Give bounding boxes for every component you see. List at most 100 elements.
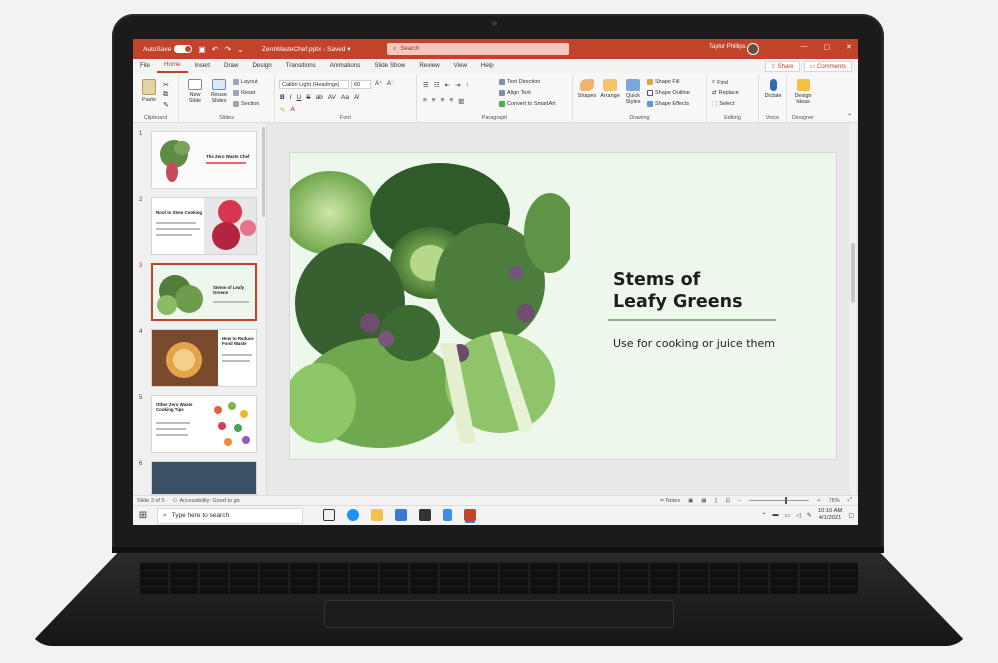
tab-draw[interactable]: Draw xyxy=(217,59,245,73)
cut-icon[interactable]: ✂ xyxy=(163,81,169,89)
bold-button[interactable]: B xyxy=(280,94,285,101)
tab-home[interactable]: Home xyxy=(156,59,188,73)
document-title[interactable]: ZeroWasteChef.pptx - Saved ▾ xyxy=(262,45,351,53)
tab-slide-show[interactable]: Slide Show xyxy=(367,59,412,73)
slide-thumbnail[interactable]: Root to Stem Cooking xyxy=(151,197,257,255)
accessibility-status[interactable]: Accessibility: Good to go xyxy=(179,498,239,504)
find-button[interactable]: ⌕ Find xyxy=(712,79,728,86)
thumbnail-item[interactable]: 5 Other Zero Waste Cooking Tips xyxy=(139,395,263,455)
minimize-icon[interactable]: — xyxy=(801,43,808,51)
zoom-slider-knob[interactable] xyxy=(785,497,788,504)
phone-icon[interactable] xyxy=(443,509,452,521)
redo-icon[interactable]: ↷ xyxy=(224,45,231,54)
columns-icon[interactable]: ▥ xyxy=(458,97,464,105)
slide-thumbnail[interactable] xyxy=(151,461,257,495)
text-direction-button[interactable]: Text Direction xyxy=(499,79,540,85)
tab-review[interactable]: Review xyxy=(412,59,446,73)
align-text-button[interactable]: Align Text xyxy=(499,90,531,96)
slide-sorter-icon[interactable]: ▦ xyxy=(701,498,706,504)
slide-thumbnail[interactable]: Other Zero Waste Cooking Tips xyxy=(151,395,257,453)
bullets-icon[interactable]: ☰ xyxy=(423,81,429,89)
shapes-button[interactable]: Shapes xyxy=(576,79,598,99)
thumbnail-item[interactable]: 1 The Zero Waste Chef xyxy=(139,131,263,191)
indent-increase-icon[interactable]: ⇥ xyxy=(455,81,460,89)
close-icon[interactable]: ✕ xyxy=(846,43,852,51)
tab-design[interactable]: Design xyxy=(245,59,278,73)
store-icon[interactable] xyxy=(419,509,431,521)
thumbnail-item-selected[interactable]: 3 Stems of Leafy Greens xyxy=(139,263,263,323)
network-icon[interactable]: ▭ xyxy=(785,512,791,519)
chevron-up-icon[interactable]: ⌃ xyxy=(761,512,766,519)
save-icon[interactable]: ▣ xyxy=(198,45,206,54)
collapse-ribbon-icon[interactable]: ⌃ xyxy=(847,113,852,120)
notes-button[interactable]: ≐ Notes xyxy=(660,498,681,504)
maximize-icon[interactable]: ▢ xyxy=(824,43,831,51)
copy-icon[interactable]: ⧉ xyxy=(163,91,168,99)
comments-button[interactable]: ▭ Comments xyxy=(803,61,852,72)
slide-subtitle[interactable]: Use for cooking or juice them xyxy=(613,337,775,350)
reset-button[interactable]: Reset xyxy=(233,90,255,96)
customize-qat-icon[interactable]: ⌄ xyxy=(237,45,244,54)
thumbnail-scrollbar[interactable] xyxy=(262,127,265,217)
font-size-select[interactable]: 60 xyxy=(351,80,371,89)
zoom-slider[interactable] xyxy=(749,497,810,504)
align-left-icon[interactable]: ≡ xyxy=(423,97,427,105)
undo-icon[interactable]: ↶ xyxy=(212,45,219,54)
change-case-icon[interactable]: Aa xyxy=(341,94,349,101)
normal-view-icon[interactable]: ▣ xyxy=(688,498,693,504)
autosave-toggle[interactable] xyxy=(174,45,193,53)
zoom-out-icon[interactable]: − xyxy=(738,498,741,504)
mail-icon[interactable] xyxy=(395,509,407,521)
font-color-icon[interactable]: A xyxy=(290,106,294,114)
line-spacing-icon[interactable]: ↕ xyxy=(466,81,469,89)
align-center-icon[interactable]: ≡ xyxy=(432,97,436,105)
user-name[interactable]: Taylor Phillips xyxy=(709,44,746,50)
paste-button[interactable]: Paste xyxy=(139,79,159,103)
clear-format-icon[interactable]: A̸ xyxy=(354,94,358,101)
layout-button[interactable]: Layout xyxy=(233,79,258,85)
italic-button[interactable]: I xyxy=(290,94,292,101)
avatar[interactable] xyxy=(747,43,759,55)
font-family-select[interactable]: Calibri Light (Headings) xyxy=(279,80,349,89)
shrink-font-icon[interactable]: A⁻ xyxy=(387,80,394,87)
slideshow-view-icon[interactable]: ⊡ xyxy=(726,498,731,504)
highlight-icon[interactable]: ✎ xyxy=(280,106,285,114)
fit-slide-icon[interactable]: ⤢ xyxy=(848,497,852,504)
task-view-icon[interactable] xyxy=(323,509,335,521)
reading-view-icon[interactable]: ▯ xyxy=(715,498,718,504)
dictate-button[interactable]: Dictate xyxy=(762,79,784,99)
powerpoint-icon[interactable] xyxy=(464,509,476,521)
select-button[interactable]: ⬚ Select xyxy=(712,101,735,107)
shape-outline-button[interactable]: Shape Outline xyxy=(647,90,690,96)
accessibility-icon[interactable]: ⚇ xyxy=(173,498,178,504)
slide-title[interactable]: Stems of Leafy Greens xyxy=(613,269,793,313)
section-button[interactable]: Section xyxy=(233,101,259,107)
slide-thumbnail[interactable]: Stems of Leafy Greens xyxy=(151,263,257,321)
slide-thumbnail[interactable]: The Zero Waste Chef xyxy=(151,131,257,189)
arrange-button[interactable]: Arrange xyxy=(599,79,621,99)
clock[interactable]: 10:10 AM 4/1/2021 xyxy=(818,508,843,522)
numbering-icon[interactable]: ☷ xyxy=(434,81,440,89)
tab-file[interactable]: File xyxy=(133,59,157,73)
battery-icon[interactable]: ▬ xyxy=(773,512,779,518)
tab-help[interactable]: Help xyxy=(474,59,501,73)
editor-scrollbar[interactable] xyxy=(850,123,856,495)
align-right-icon[interactable]: ≡ xyxy=(441,97,445,105)
zoom-in-icon[interactable]: + xyxy=(817,498,820,504)
edge-icon[interactable] xyxy=(347,509,359,521)
smartart-button[interactable]: Convert to SmartArt xyxy=(499,101,556,107)
pen-icon[interactable]: ✎ xyxy=(807,512,812,519)
tab-animations[interactable]: Animations xyxy=(323,59,368,73)
file-explorer-icon[interactable] xyxy=(371,509,383,521)
replace-button[interactable]: ⇄ Replace xyxy=(712,90,739,96)
underline-button[interactable]: U xyxy=(297,94,302,101)
search-box[interactable]: ⌕ Search xyxy=(387,43,569,55)
grow-font-icon[interactable]: A⁺ xyxy=(375,80,382,87)
new-slide-button[interactable]: New Slide xyxy=(184,79,206,104)
thumbnail-item[interactable]: 2 Root to Stem Cooking xyxy=(139,197,263,257)
tab-view[interactable]: View xyxy=(447,59,474,73)
format-painter-icon[interactable]: ✎ xyxy=(163,101,169,109)
design-ideas-button[interactable]: Design Ideas xyxy=(790,79,816,105)
scrollbar-thumb[interactable] xyxy=(851,243,855,303)
windows-start-icon[interactable]: ⊞ xyxy=(133,510,153,521)
